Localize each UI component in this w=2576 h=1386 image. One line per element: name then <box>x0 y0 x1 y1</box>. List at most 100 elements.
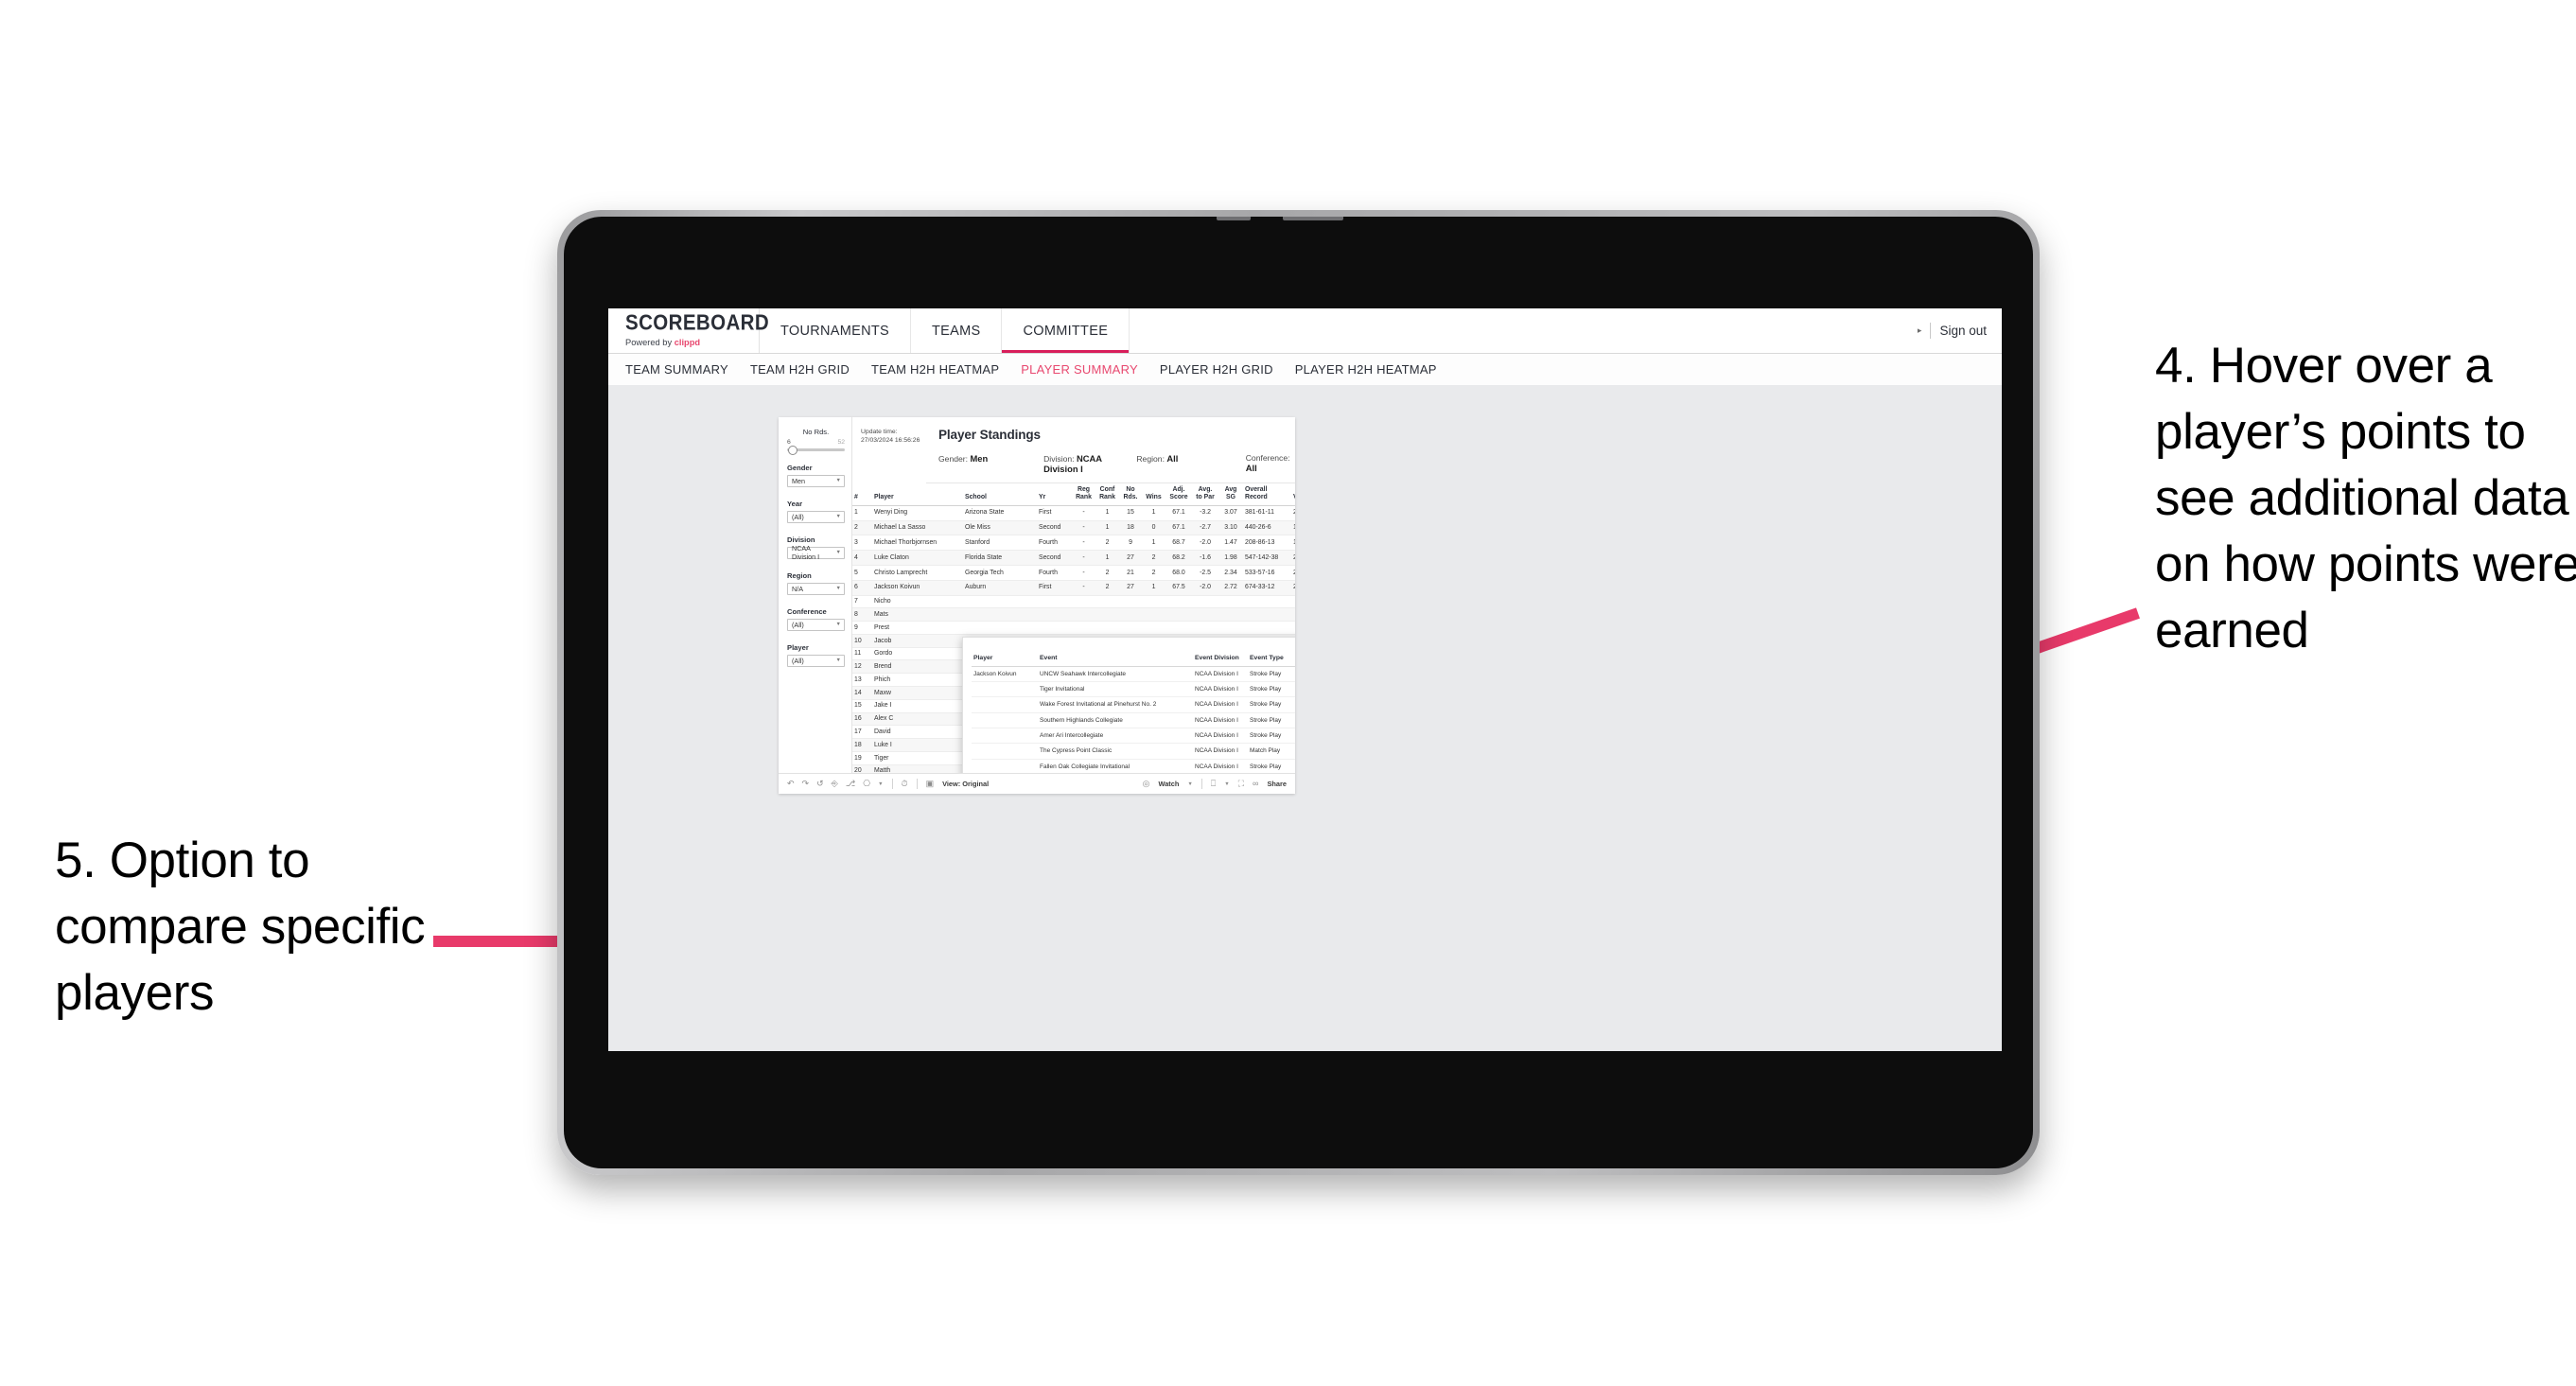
table-row[interactable]: 4 Luke Claton Florida State Second -1 27 2 68.2… <box>852 550 1295 566</box>
slider-track[interactable] <box>787 446 845 456</box>
cell-yr: Second <box>1037 520 1072 536</box>
cell-player: Jackson Koivun <box>872 580 963 596</box>
table-row[interactable]: 6 Jackson Koivun Auburn First -2 27 1 67.5 -2.0 2… <box>852 580 1295 596</box>
nav-committee[interactable]: COMMITTEE <box>1002 308 1130 353</box>
tooltip-cell-player <box>972 696 1038 713</box>
cell-school: Georgia Tech <box>963 565 1037 581</box>
fullscreen-icon[interactable]: ⛶ <box>1238 780 1244 788</box>
tab-team-h2h-grid[interactable]: TEAM H2H GRID <box>750 362 850 377</box>
col-header-wins[interactable]: Wins <box>1142 483 1165 506</box>
cell-num: 12 <box>852 659 872 675</box>
col-header-reg-rank[interactable]: Reg Rank <box>1072 483 1095 506</box>
view-icon[interactable]: ▣ <box>926 780 935 788</box>
cell-yr: Fourth <box>1037 535 1072 552</box>
filter-conference-label: Conference <box>787 606 827 616</box>
filter-gender-label: Gender <box>787 463 813 472</box>
share-label[interactable]: Share <box>1267 780 1287 788</box>
refresh-icon[interactable]: ⎆ <box>832 780 838 788</box>
viz-bottom-toolbar: ↶ ↷ ↺ ⎆ ⎇ ⎔ ▼ ⏱ ▣ View: Original ◎ Watch… <box>779 773 1295 794</box>
nav-tournaments[interactable]: TOURNAMENTS <box>760 308 912 353</box>
tab-player-h2h-heatmap[interactable]: PLAYER H2H HEATMAP <box>1295 362 1437 377</box>
col-header-no-rds[interactable]: No Rds. <box>1119 483 1142 506</box>
cell-rec: 547-142-38 <box>1243 550 1291 566</box>
table-row[interactable]: 7 Nicho <box>852 595 1295 609</box>
col-header-player[interactable]: Player <box>872 483 963 506</box>
chevron-down-icon[interactable]: ▼ <box>1224 781 1229 787</box>
undo-icon[interactable]: ↶ <box>787 780 795 788</box>
col-header-overall-record[interactable]: Overall Record <box>1243 483 1291 506</box>
table-row[interactable]: 8 Mats <box>852 607 1295 623</box>
standings-table-wrap[interactable]: # Player School Yr Reg Rank Conf Rank No Rds. Wins… <box>852 483 1295 773</box>
col-header-[interactable]: # <box>852 483 872 506</box>
cell-adj <box>1165 595 1192 609</box>
table-row[interactable]: 9 Prest <box>852 621 1295 635</box>
col-header-vs-top-25[interactable]: Vs Top 25 <box>1291 483 1295 506</box>
filter-no-rounds[interactable]: No Rds. 6 52 <box>787 428 845 456</box>
tooltip-table-body: Jackson Koivun UNCW Seahawk Intercollegia… <box>972 666 1295 773</box>
col-header-yr[interactable]: Yr <box>1037 483 1072 506</box>
tablet-device-frame: SCOREBOARD Powered by clippd TOURNAMENTS… <box>557 210 2040 1175</box>
tooltip-col-event-division: Event Division <box>1193 644 1248 667</box>
sign-out-link[interactable]: Sign out <box>1939 324 1987 338</box>
table-row[interactable]: 5 Christo Lamprecht Georgia Tech Fourth -2 21… <box>852 565 1295 581</box>
tab-team-summary[interactable]: TEAM SUMMARY <box>625 362 728 377</box>
cell-player: Brend <box>872 659 963 675</box>
view-label[interactable]: View: Original <box>942 780 989 788</box>
tab-player-summary[interactable]: PLAYER SUMMARY <box>1021 362 1138 377</box>
cell-rec: 440-26-6 <box>1243 520 1291 536</box>
tab-player-h2h-grid[interactable]: PLAYER H2H GRID <box>1160 362 1273 377</box>
col-header-avg-sg[interactable]: Avg SG <box>1218 483 1243 506</box>
col-header-school[interactable]: School <box>963 483 1037 506</box>
cell-sg <box>1218 607 1243 623</box>
revert-icon[interactable]: ↺ <box>816 780 824 788</box>
table-row[interactable]: 2 Michael La Sasso Ole Miss Second -1 18 0 67.1… <box>852 520 1295 536</box>
watch-label[interactable]: Watch <box>1159 780 1180 788</box>
meta-conference: Conference: All <box>1246 453 1295 474</box>
filter-gender: Gender Men ▼ <box>787 464 845 487</box>
nav-teams[interactable]: TEAMS <box>911 308 1003 353</box>
watch-icon[interactable]: ◎ <box>1143 780 1150 788</box>
cell-t25: 28-12-7 <box>1291 580 1295 596</box>
cell-player: Maxw <box>872 686 963 700</box>
share-icon[interactable]: ∞ <box>1253 780 1258 788</box>
col-header-conf-rank[interactable]: Conf Rank <box>1095 483 1119 506</box>
col-header-avg-to-par[interactable]: Avg. to Par <box>1192 483 1218 506</box>
download-icon[interactable]: ⎕ <box>1211 780 1216 788</box>
filter-gender-select[interactable]: Men ▼ <box>787 474 845 487</box>
points-detail-tooltip: PlayerEventEvent DivisionEvent TypeRound… <box>962 637 1295 773</box>
chevron-down-icon[interactable]: ▼ <box>878 781 883 787</box>
cell-w: 1 <box>1142 505 1165 521</box>
pause-icon[interactable]: ⎇ <box>846 780 855 788</box>
redo-icon[interactable]: ↷ <box>802 780 810 788</box>
player-standings-viz: No Rds. 6 52 Gender Men ▼ Year (All) ▼ D… <box>779 417 1295 794</box>
cell-num: 1 <box>852 505 872 521</box>
cell-t25 <box>1291 607 1295 623</box>
cell-rr <box>1072 607 1095 623</box>
meta-region-value: All <box>1166 453 1179 464</box>
app-header: SCOREBOARD Powered by clippd TOURNAMENTS… <box>608 308 2002 354</box>
col-header-adj-score[interactable]: Adj. Score <box>1165 483 1192 506</box>
table-row[interactable]: 3 Michael Thorbjornsen Stanford Fourth -2 9 1 6… <box>852 535 1295 552</box>
clear-sheet-icon[interactable]: ⎔ <box>863 780 870 788</box>
chevron-right-icon[interactable]: ▸ <box>1918 325 1922 336</box>
filter-conference-select[interactable]: (All) ▼ <box>787 618 845 631</box>
filter-year-select[interactable]: (All) ▼ <box>787 510 845 523</box>
chevron-down-icon: ▼ <box>835 658 841 664</box>
cell-w: 2 <box>1142 565 1165 581</box>
tab-team-h2h-heatmap[interactable]: TEAM H2H HEATMAP <box>871 362 999 377</box>
slider-knob[interactable] <box>788 446 797 456</box>
cell-school: Florida State <box>963 550 1037 566</box>
filter-division-select[interactable]: NCAA Division I ▼ <box>787 544 845 561</box>
table-row[interactable]: 1 Wenyi Ding Arizona State First -1 15 1 67.1 -3… <box>852 505 1295 521</box>
cell-yr: Second <box>1037 550 1072 566</box>
cell-cr <box>1095 595 1119 609</box>
cell-par <box>1192 607 1218 623</box>
cell-sg <box>1218 621 1243 635</box>
filter-region-select[interactable]: N/A ▼ <box>787 582 845 595</box>
cell-player: Mats <box>872 607 963 623</box>
chevron-down-icon[interactable]: ▼ <box>1187 781 1192 787</box>
app-logo[interactable]: SCOREBOARD Powered by clippd <box>608 308 769 353</box>
pause-auto-update-icon[interactable]: ⏱ <box>902 780 908 788</box>
filter-player-select[interactable]: (All) ▼ <box>787 654 845 667</box>
cell-player: Michael La Sasso <box>872 520 963 536</box>
